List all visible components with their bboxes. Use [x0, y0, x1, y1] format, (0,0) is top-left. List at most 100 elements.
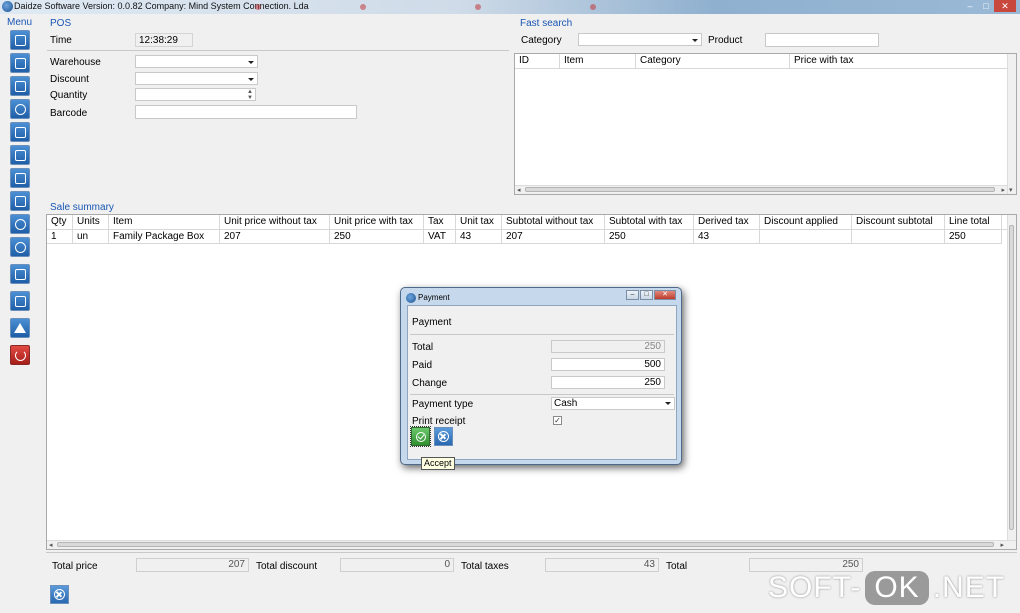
close-button[interactable]: ✕ — [994, 0, 1016, 12]
quantity-stepper[interactable]: ▲ ▼ — [135, 88, 256, 101]
accept-button[interactable] — [410, 426, 431, 447]
total-label: Total — [666, 561, 688, 572]
window-controls: – □ ✕ — [962, 0, 1016, 12]
category-label: Category — [521, 35, 562, 46]
pos-section-label: POS — [50, 18, 72, 29]
watermark-right: .NET — [932, 571, 1006, 604]
sidebar-no-entry-button[interactable] — [10, 214, 30, 234]
cart-icon — [14, 80, 26, 92]
coin-icon — [14, 103, 26, 115]
category-select[interactable] — [578, 33, 702, 46]
column-header-unit-price-with-tax[interactable]: Unit price with tax — [330, 215, 424, 229]
vertical-scrollbar[interactable] — [1007, 215, 1016, 540]
vertical-scrollbar[interactable]: ▾ — [1007, 54, 1016, 194]
dialog-close-button[interactable]: ✕ — [654, 290, 676, 300]
scroll-thumb[interactable] — [57, 542, 994, 547]
scroll-thumb[interactable] — [1009, 225, 1014, 530]
horizontal-scrollbar[interactable]: ◂ ▸ — [515, 185, 1007, 194]
sidebar-report-button[interactable] — [10, 264, 30, 284]
calculator-icon — [14, 295, 26, 307]
product-input[interactable] — [765, 33, 879, 47]
warehouse-label: Warehouse — [50, 57, 101, 68]
sidebar-download-button[interactable] — [10, 237, 30, 257]
app-logo-icon — [406, 293, 416, 303]
sidebar-power-button[interactable] — [10, 345, 30, 365]
register-icon — [14, 34, 26, 46]
fast-search-grid[interactable]: ID Item Category Price with tax ▾ ◂ ▸ — [514, 53, 1017, 195]
scroll-left-icon[interactable]: ◂ — [517, 186, 521, 194]
barcode-input[interactable] — [135, 105, 357, 119]
scroll-right-icon[interactable]: ▸ — [1000, 541, 1004, 549]
sidebar-warning-button[interactable] — [10, 318, 30, 338]
discount-select[interactable] — [135, 72, 258, 85]
sidebar-document-button[interactable] — [10, 53, 30, 73]
column-header-units[interactable]: Units — [73, 215, 109, 229]
total-discount-field: 0 — [340, 558, 454, 572]
print-receipt-label: Print receipt — [412, 416, 466, 427]
column-header-item[interactable]: Item — [109, 215, 220, 229]
truck-icon — [14, 126, 26, 138]
cell-subtotal-without-tax: 207 — [502, 230, 605, 243]
column-header-subtotal-without-tax[interactable]: Subtotal without tax — [502, 215, 605, 229]
sidebar-cart-return-button[interactable] — [10, 168, 30, 188]
paid-label: Paid — [412, 360, 433, 371]
watermark: SOFT- OK .NET — [768, 568, 1005, 608]
payment-type-select[interactable]: Cash — [551, 397, 675, 410]
taskbar-ghost — [475, 2, 486, 11]
sidebar-truck-button[interactable] — [10, 122, 30, 142]
dialog-title: Payment — [418, 293, 450, 302]
sidebar-contact-button[interactable] — [10, 145, 30, 165]
column-header-discount-subtotal[interactable]: Discount subtotal — [852, 215, 945, 229]
scroll-thumb[interactable] — [525, 187, 995, 192]
dialog-minimize-button[interactable]: – — [626, 290, 639, 300]
dialog-maximize-button[interactable]: □ — [640, 290, 653, 300]
column-header-qty[interactable]: Qty — [47, 215, 73, 229]
change-label: Change — [412, 378, 448, 389]
column-header-price-with-tax[interactable]: Price with tax — [790, 54, 1008, 68]
sidebar-calculator-button[interactable] — [10, 291, 30, 311]
scroll-left-icon[interactable]: ◂ — [49, 541, 53, 549]
column-header-discount-applied[interactable]: Discount applied — [760, 215, 852, 229]
paid-input[interactable]: 500 — [551, 358, 665, 371]
total-price-field: 207 — [136, 558, 249, 572]
chevron-down-icon — [665, 402, 671, 405]
cancel-icon — [438, 431, 449, 442]
sidebar-cart-button[interactable] — [10, 76, 30, 96]
stepper-arrows-icon[interactable]: ▲ ▼ — [247, 89, 253, 101]
sidebar-register-button[interactable] — [10, 30, 30, 50]
column-header-tax[interactable]: Tax — [424, 215, 456, 229]
column-header-derived-tax[interactable]: Derived tax — [694, 215, 760, 229]
cell-discount-subtotal — [852, 230, 945, 243]
column-header-id[interactable]: ID — [515, 54, 560, 68]
warehouse-select[interactable] — [135, 55, 258, 68]
dialog-window-controls: – □ ✕ — [625, 290, 676, 300]
accept-tooltip: Accept — [421, 457, 455, 470]
taskbar-ghost — [255, 2, 266, 11]
time-label: Time — [50, 35, 72, 46]
row-divider — [47, 243, 1002, 244]
column-header-unit-price-without-tax[interactable]: Unit price without tax — [220, 215, 330, 229]
column-header-item[interactable]: Item — [560, 54, 636, 68]
column-header-unit-tax[interactable]: Unit tax — [456, 215, 502, 229]
maximize-button[interactable]: □ — [978, 0, 994, 12]
payment-header: Payment — [412, 317, 452, 328]
sidebar-coin-button[interactable] — [10, 99, 30, 119]
payment-total-field: 250 — [551, 340, 665, 353]
minimize-button[interactable]: – — [962, 0, 978, 12]
horizontal-scrollbar[interactable]: ◂ ▸ — [47, 540, 1016, 549]
fast-search-section-label: Fast search — [520, 18, 573, 29]
sidebar-tag-button[interactable] — [10, 191, 30, 211]
column-header-category[interactable]: Category — [636, 54, 790, 68]
scroll-down-icon[interactable]: ▾ — [1009, 186, 1013, 194]
column-header-subtotal-with-tax[interactable]: Subtotal with tax — [605, 215, 694, 229]
print-receipt-checkbox[interactable]: ✓ — [553, 416, 562, 425]
cell-discount-applied — [760, 230, 852, 243]
scroll-right-icon[interactable]: ▸ — [1001, 186, 1005, 194]
cell-tax: VAT — [424, 230, 456, 243]
power-icon — [14, 349, 26, 361]
column-header-line-total[interactable]: Line total — [945, 215, 1002, 229]
chevron-down-icon — [692, 39, 698, 42]
cancel-sale-button[interactable] — [50, 585, 69, 604]
dialog-cancel-button[interactable] — [434, 427, 453, 446]
cancel-icon — [54, 589, 65, 600]
